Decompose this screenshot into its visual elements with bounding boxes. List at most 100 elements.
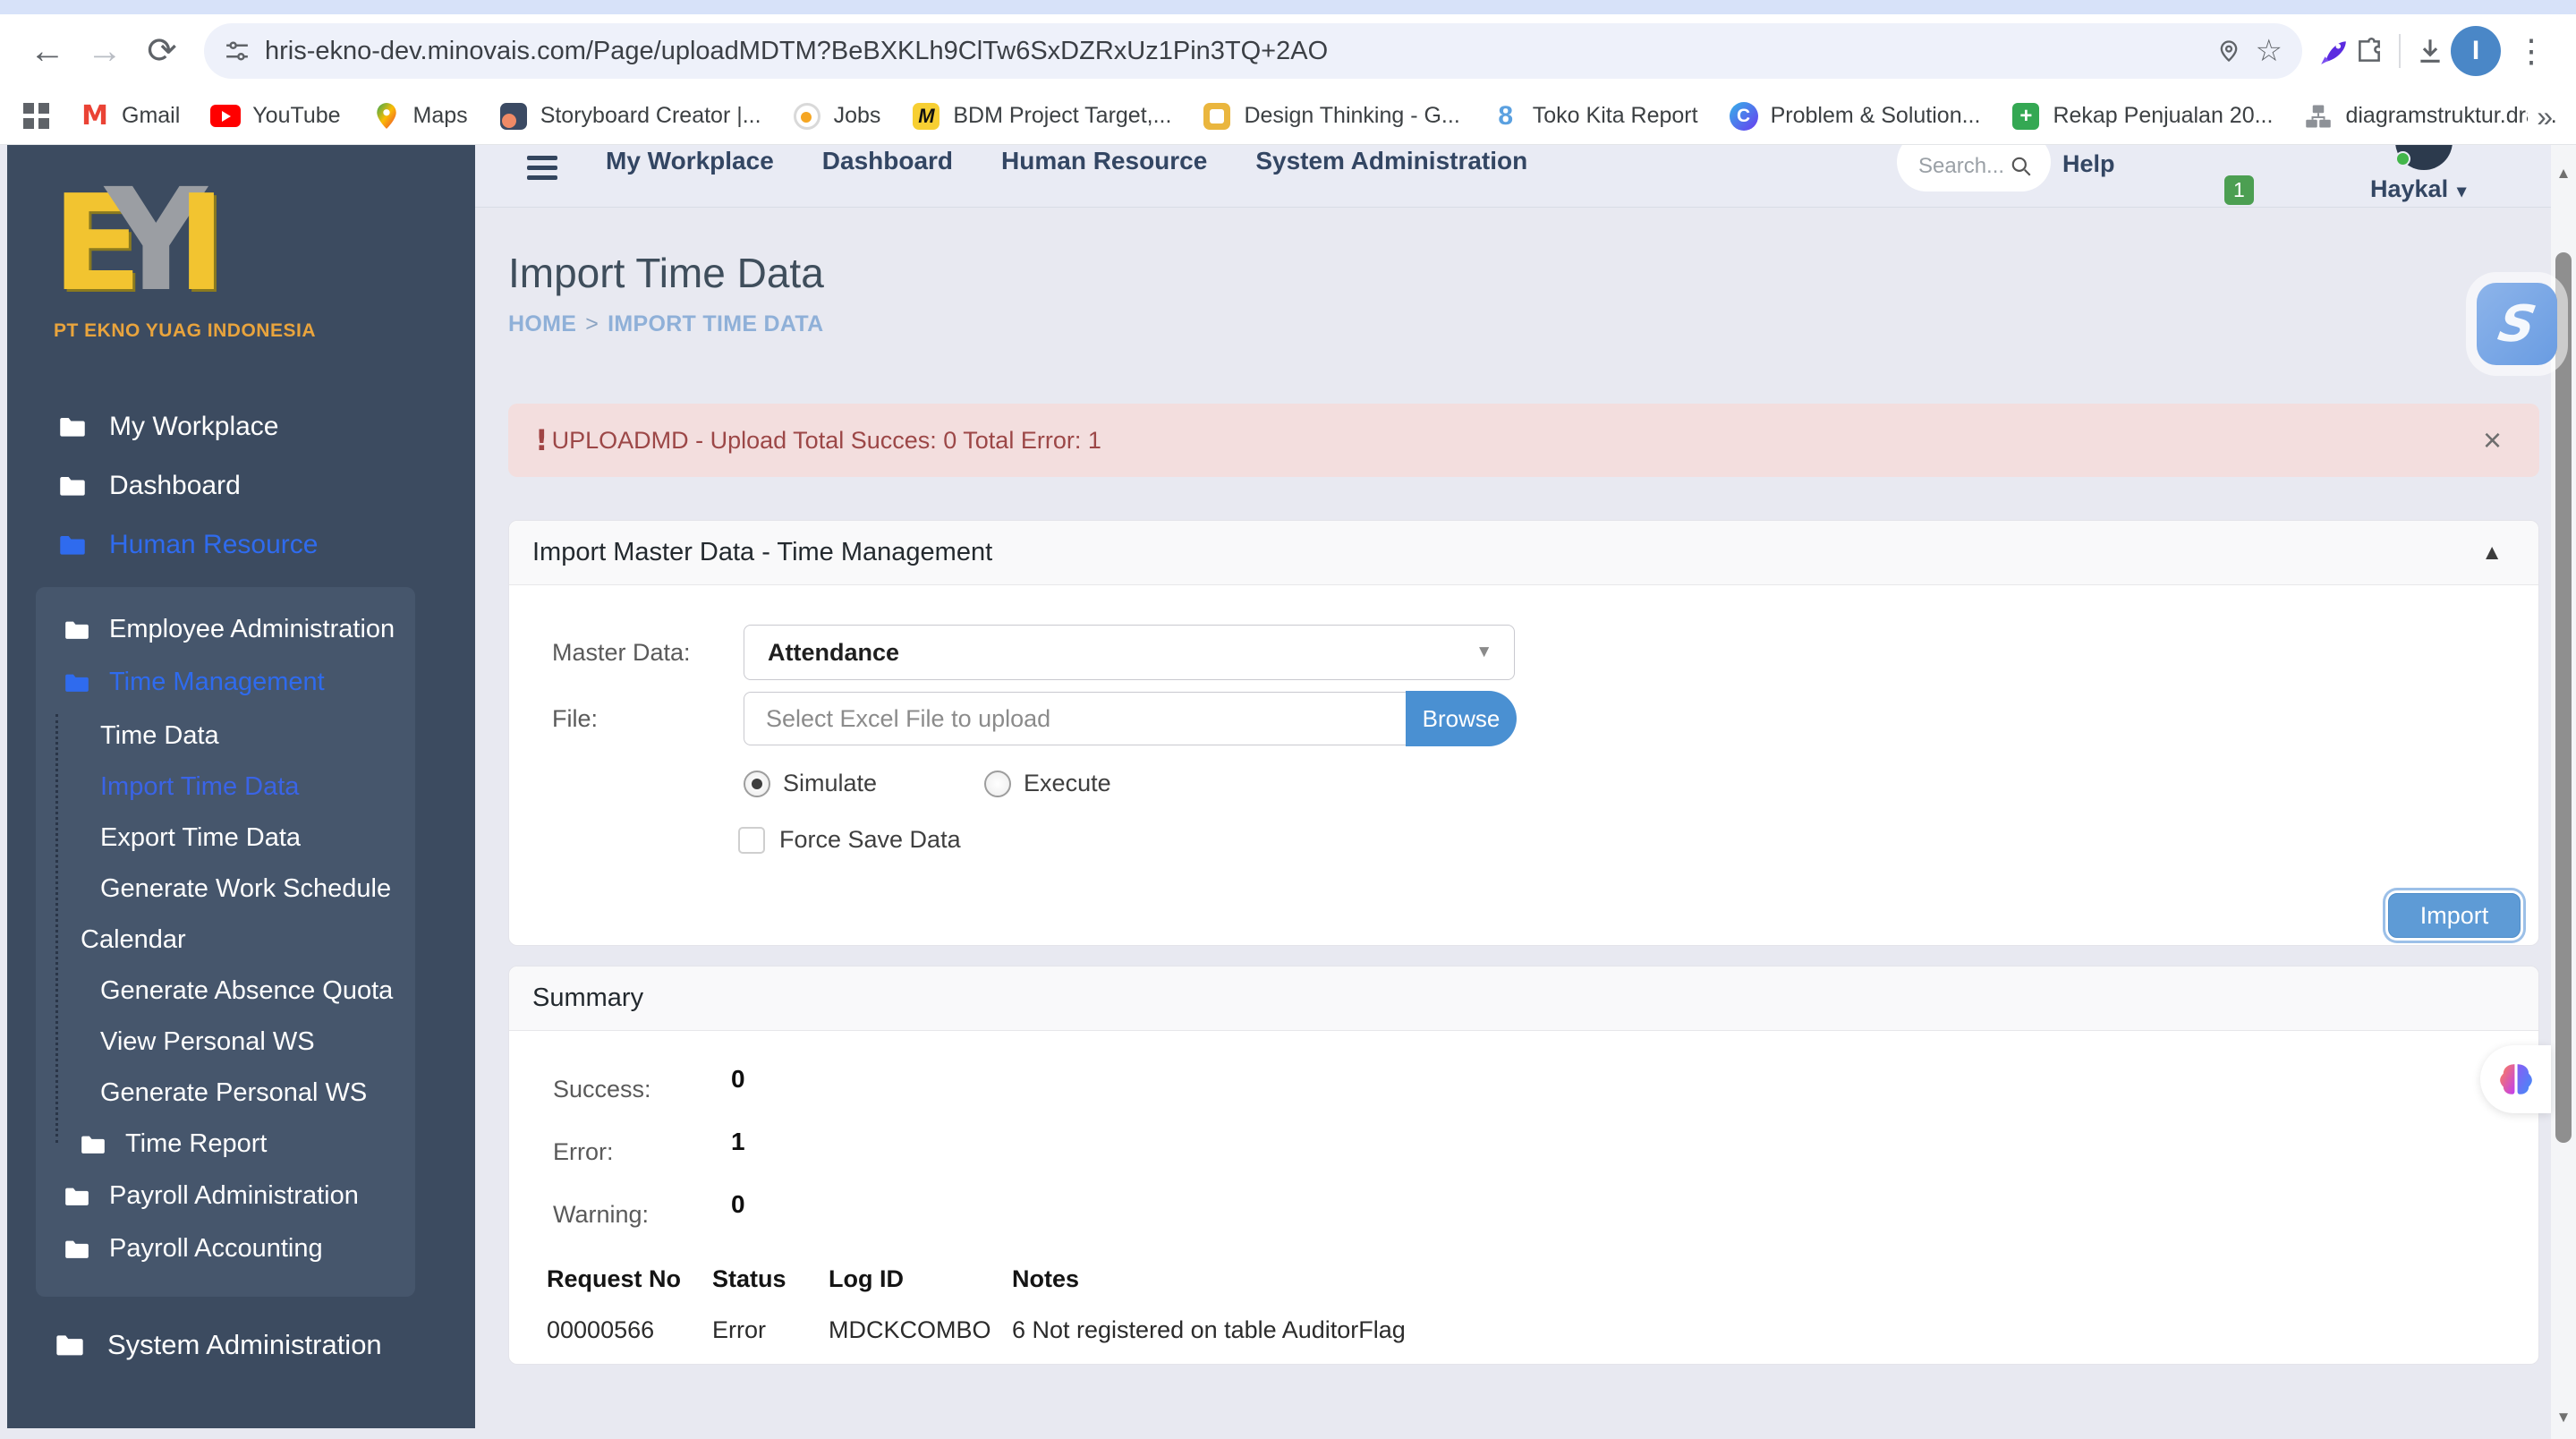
sidebar-item-my-workplace[interactable]: My Workplace bbox=[7, 397, 475, 456]
sidebar-item-time-report[interactable]: Time Report bbox=[36, 1119, 415, 1170]
bookmarks-overflow-icon[interactable]: » bbox=[2528, 88, 2553, 144]
gmail-icon: M bbox=[81, 100, 108, 132]
sidebar-item-time-data[interactable]: Time Data bbox=[36, 711, 415, 762]
sidebar: EYI PT EKNO YUAG INDONESIA My Workplace … bbox=[7, 145, 475, 1428]
address-bar[interactable]: hris-ekno-dev.minovais.com/Page/uploadMD… bbox=[204, 23, 2302, 79]
sidebar-item-import-time-data[interactable]: Import Time Data bbox=[36, 762, 415, 813]
scrollbar-thumb[interactable] bbox=[2555, 252, 2572, 1143]
sidebar-item-human-resource[interactable]: Human Resource bbox=[7, 515, 475, 575]
breadcrumb: HOME > IMPORT TIME DATA bbox=[508, 311, 2539, 337]
breadcrumb-home[interactable]: HOME bbox=[508, 311, 576, 336]
bookmark-item[interactable]: C Problem & Solution... bbox=[1729, 101, 1980, 132]
bookmark-item[interactable]: Jobs bbox=[792, 101, 880, 132]
download-icon[interactable] bbox=[2415, 36, 2445, 66]
ai-brain-tab-button[interactable] bbox=[2480, 1045, 2551, 1113]
maps-icon bbox=[371, 101, 402, 132]
sidebar-item-view-personal-ws[interactable]: View Personal WS bbox=[36, 1017, 415, 1068]
notification-badge[interactable]: 1 bbox=[2223, 174, 2256, 207]
bookmark-item[interactable]: M Gmail bbox=[80, 100, 180, 132]
sidebar-item-export-time-data[interactable]: Export Time Data bbox=[36, 813, 415, 864]
company-name: PT EKNO YUAG INDONESIA bbox=[54, 320, 316, 341]
app-search[interactable] bbox=[1897, 145, 2051, 192]
folder-icon bbox=[59, 415, 86, 439]
folder-icon bbox=[55, 1333, 84, 1358]
sidebar-item-dashboard[interactable]: Dashboard bbox=[7, 456, 475, 515]
sidebar-item-payroll-accounting[interactable]: Payroll Accounting bbox=[36, 1222, 415, 1275]
sidebar-item-calendar[interactable]: Calendar bbox=[36, 915, 415, 966]
back-icon[interactable]: ← bbox=[21, 25, 73, 77]
import-card-title: Import Master Data - Time Management bbox=[532, 538, 993, 566]
alert-message: UPLOADMD - Upload Total Succes: 0 Total … bbox=[551, 426, 1101, 454]
rocket-extension-icon[interactable] bbox=[2318, 36, 2349, 66]
warning-value: 0 bbox=[731, 1190, 745, 1218]
collapse-icon[interactable]: ▲ bbox=[2481, 541, 2503, 566]
bookmark-item[interactable]: diagramstruktur.dra... bbox=[2303, 101, 2557, 132]
url-text[interactable]: hris-ekno-dev.minovais.com/Page/uploadMD… bbox=[265, 37, 2202, 66]
storyboard-icon bbox=[498, 101, 529, 132]
bookmark-item[interactable]: + Rekap Penjualan 20... bbox=[2011, 101, 2273, 132]
site-settings-icon[interactable] bbox=[224, 38, 251, 64]
execute-radio[interactable] bbox=[984, 770, 1012, 797]
sheet-icon: + bbox=[2011, 101, 2041, 132]
bookmark-star-icon[interactable]: ☆ bbox=[2256, 36, 2283, 66]
reload-icon[interactable]: ⟳ bbox=[136, 25, 188, 77]
nav-my-workplace[interactable]: My Workplace bbox=[606, 147, 774, 175]
browser-menu-icon[interactable]: ⋮ bbox=[2506, 32, 2556, 70]
help-link[interactable]: Help bbox=[2062, 150, 2115, 178]
import-card-header: Import Master Data - Time Management ▲ bbox=[509, 521, 2538, 585]
file-input[interactable] bbox=[748, 704, 1403, 733]
error-alert: ! UPLOADMD - Upload Total Succes: 0 Tota… bbox=[508, 404, 2539, 477]
nav-human-resource[interactable]: Human Resource bbox=[1001, 147, 1207, 175]
bookmark-item[interactable]: 8 Toko Kita Report bbox=[1491, 101, 1697, 132]
bookmark-item[interactable]: Design Thinking - G... bbox=[1202, 101, 1460, 132]
app-navbar: My Workplace Dashboard Human Resource Sy… bbox=[475, 145, 2551, 208]
bookmarks-bar: M Gmail YouTube Maps Storyboard Creator … bbox=[0, 88, 2576, 145]
import-button[interactable]: Import bbox=[2388, 893, 2521, 938]
location-pin-icon[interactable] bbox=[2216, 38, 2241, 64]
force-save-label: Force Save Data bbox=[779, 826, 961, 853]
sidebar-item-generate-personal-ws[interactable]: Generate Personal WS bbox=[36, 1068, 415, 1119]
bookmark-item[interactable]: Maps bbox=[371, 101, 468, 132]
sidebar-item-generate-absence-quota[interactable]: Generate Absence Quota bbox=[36, 966, 415, 1017]
bookmark-item[interactable]: Storyboard Creator |... bbox=[498, 101, 761, 132]
sidebar-item-system-administration[interactable]: System Administration bbox=[7, 1315, 475, 1375]
bookmark-item[interactable]: M BDM Project Target,... bbox=[911, 101, 1171, 132]
search-icon[interactable] bbox=[2010, 155, 2033, 178]
c-circle-icon: C bbox=[1729, 101, 1759, 132]
alert-close-icon[interactable]: × bbox=[2483, 421, 2502, 459]
sidebar-item-generate-work-schedule[interactable]: Generate Work Schedule bbox=[36, 864, 415, 915]
summary-success-row: Success: 0 bbox=[553, 1065, 745, 1103]
brain-icon bbox=[2497, 1061, 2535, 1097]
menu-hamburger-icon[interactable] bbox=[527, 156, 557, 185]
forward-icon[interactable]: → bbox=[79, 25, 131, 77]
nav-dashboard[interactable]: Dashboard bbox=[822, 147, 953, 175]
master-data-select[interactable]: Attendance ▼ bbox=[744, 625, 1515, 680]
user-menu[interactable]: Haykal ▾ bbox=[2370, 175, 2466, 203]
browser-profile-avatar[interactable]: I bbox=[2451, 26, 2501, 76]
simulate-radio[interactable] bbox=[744, 770, 770, 797]
folder-icon bbox=[64, 1186, 89, 1207]
browse-button[interactable]: Browse bbox=[1406, 691, 1517, 746]
chevron-down-icon: ▾ bbox=[2457, 182, 2467, 201]
time-management-subtree: Time Data Import Time Data Export Time D… bbox=[36, 711, 415, 1170]
force-save-checkbox[interactable] bbox=[738, 826, 765, 854]
folder-icon bbox=[64, 619, 89, 641]
sidebar-item-payroll-administration[interactable]: Payroll Administration bbox=[36, 1170, 415, 1222]
miro-icon: M bbox=[911, 101, 941, 132]
error-value: 1 bbox=[731, 1128, 745, 1155]
extensions-puzzle-icon[interactable] bbox=[2354, 36, 2385, 66]
search-input[interactable] bbox=[1917, 153, 2010, 180]
select-caret-icon: ▼ bbox=[1475, 643, 1492, 661]
bookmark-item[interactable]: YouTube bbox=[210, 101, 341, 132]
sidebar-item-employee-administration[interactable]: Employee Administration bbox=[36, 603, 415, 656]
table-header-row: Request No Status Log ID Notes bbox=[547, 1265, 1080, 1292]
sidebar-item-time-management[interactable]: Time Management bbox=[36, 656, 415, 709]
summary-card-header: Summary bbox=[509, 966, 2538, 1031]
assistant-fab-button[interactable]: S bbox=[2477, 283, 2557, 365]
apps-grid-icon[interactable] bbox=[23, 103, 49, 129]
nav-system-administration[interactable]: System Administration bbox=[1255, 147, 1527, 175]
summary-table: Request No Status Log ID Notes 00000566 … bbox=[547, 1265, 2538, 1344]
scroll-down-icon[interactable]: ▼ bbox=[2551, 1409, 2576, 1426]
scroll-up-icon[interactable]: ▲ bbox=[2551, 165, 2576, 183]
web-page: EYI PT EKNO YUAG INDONESIA My Workplace … bbox=[0, 145, 2551, 1439]
